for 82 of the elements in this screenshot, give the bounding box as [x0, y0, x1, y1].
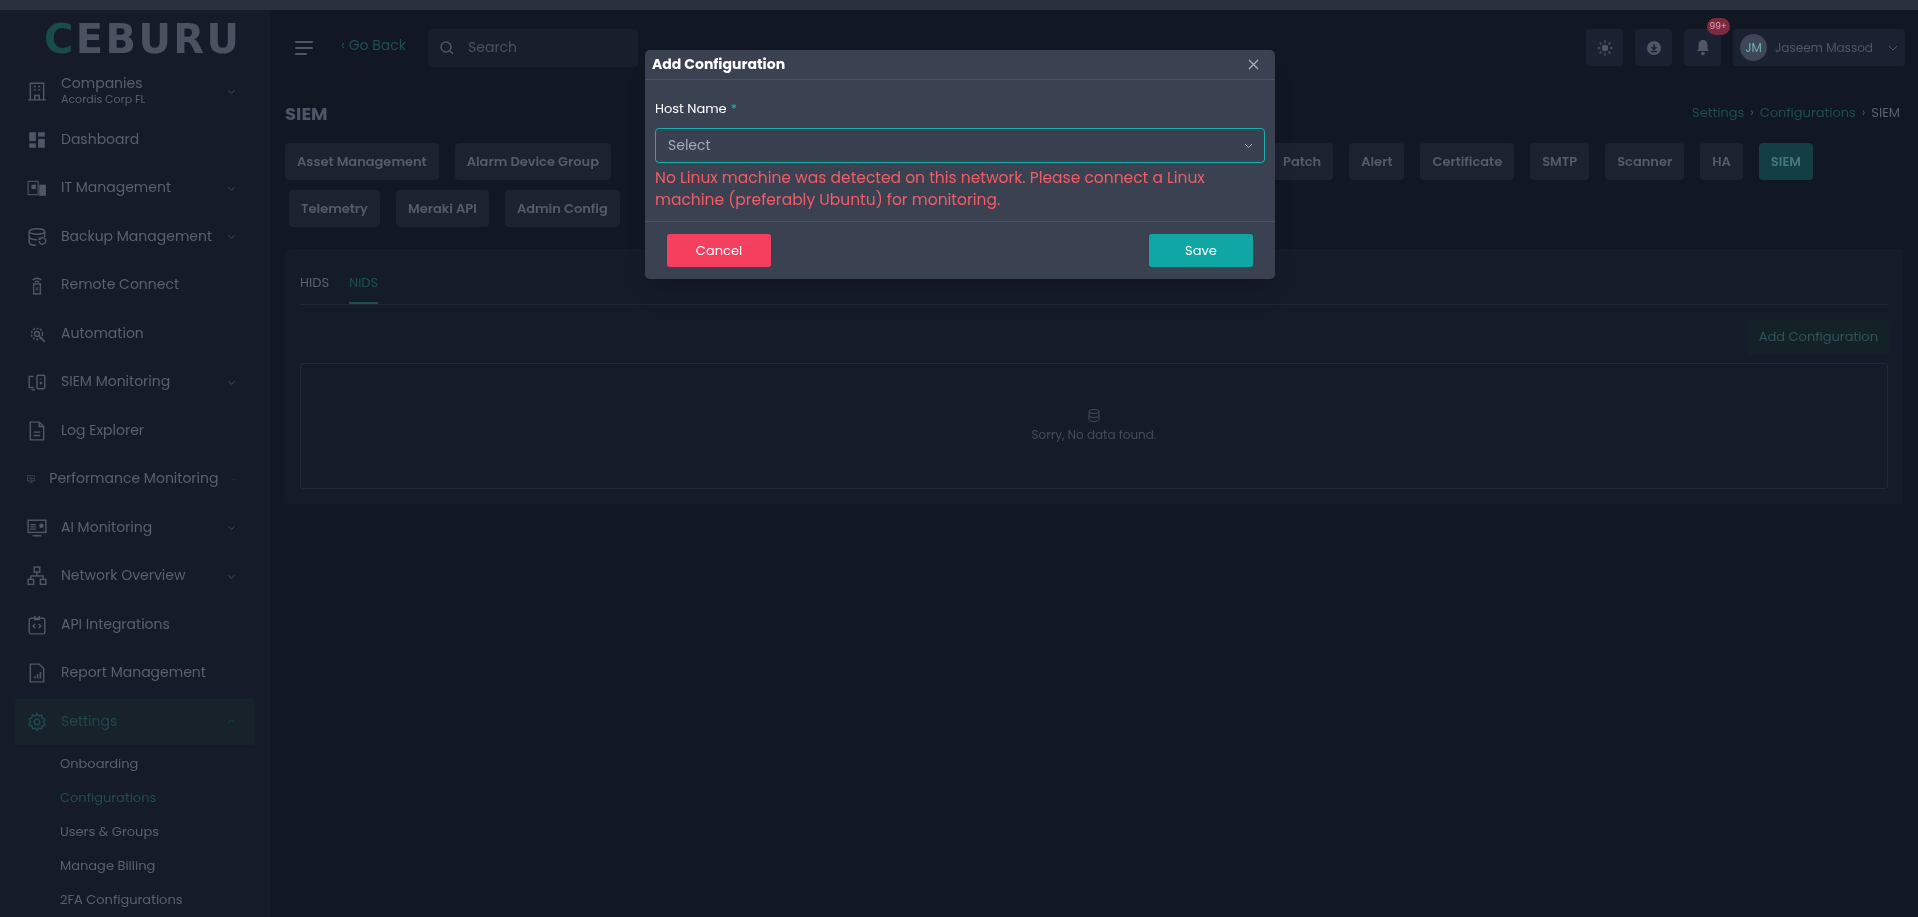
chevron-down-icon	[1888, 44, 1898, 51]
bell-icon	[1694, 39, 1711, 56]
sidebar-item-label: AI Monitoring	[61, 518, 154, 537]
sidebar-item-label: Performance Monitoring	[49, 470, 219, 488]
code-icon	[27, 614, 47, 635]
configuration-tab[interactable]: Certificate	[1420, 143, 1515, 180]
sidebar-item[interactable]: IT Management	[15, 165, 255, 211]
submenu-item[interactable]: 2FA Configurations	[60, 883, 270, 917]
sidebar-item[interactable]: Dashboard	[15, 116, 255, 163]
sidebar-item-label: Backup Management	[60, 227, 213, 246]
go-back-link[interactable]: ‹ Go Back	[341, 34, 406, 56]
sun-icon	[1596, 39, 1613, 56]
report-icon	[27, 663, 47, 683]
breadcrumb-link[interactable]: Settings	[1692, 103, 1745, 123]
sidebar-item[interactable]: Network Overview	[15, 553, 255, 599]
notification-badge: 99+	[1706, 18, 1730, 35]
sidebar-item[interactable]: Report Management	[15, 650, 255, 696]
search-icon	[440, 40, 454, 55]
configuration-tab[interactable]: SIEM	[1758, 143, 1813, 180]
host-name-select[interactable]: Select	[655, 128, 1265, 163]
configuration-tab[interactable]: Telemetry	[289, 190, 380, 227]
submenu-item[interactable]: Users & Groups	[60, 815, 270, 849]
download-icon	[1645, 39, 1662, 56]
configuration-tab[interactable]: Scanner	[1605, 143, 1685, 180]
breadcrumb-separator: ›	[1750, 104, 1754, 122]
network-icon	[27, 566, 47, 586]
sidebar-item[interactable]: Companies Acordis Corp FL	[15, 68, 255, 114]
theme-toggle-button[interactable]	[1586, 29, 1623, 66]
sidebar-item[interactable]: AI Monitoring	[15, 504, 255, 551]
sidebar-item-label: IT Management	[61, 179, 172, 197]
monitor-chart-icon	[27, 517, 47, 538]
cancel-button[interactable]: Cancel	[667, 234, 771, 267]
configuration-tab[interactable]: Asset Management	[285, 143, 439, 180]
sidebar-item-label: API Integrations	[61, 615, 171, 634]
breadcrumb-link[interactable]: Configurations	[1759, 103, 1856, 123]
notifications-button[interactable]	[1684, 29, 1721, 66]
company-name: Acordis Corp FL	[61, 92, 147, 107]
close-icon	[1247, 59, 1259, 70]
configuration-tab[interactable]: SMTP	[1530, 143, 1590, 180]
submenu-item[interactable]: Onboarding	[60, 747, 270, 781]
sidebar-item-label: SIEM Monitoring	[61, 373, 172, 391]
sidebar-item-label: Remote Connect	[61, 276, 181, 294]
settings-icon	[27, 711, 47, 732]
host-name-label: Host Name *	[655, 99, 737, 118]
sidebar-item[interactable]: Log Explorer	[15, 407, 255, 454]
user-avatar: JM	[1740, 34, 1767, 61]
menu-icon[interactable]	[295, 40, 313, 55]
building-icon	[27, 81, 47, 101]
download-button[interactable]	[1635, 29, 1672, 66]
configuration-tab[interactable]: Alert	[1349, 143, 1405, 180]
sidebar-item[interactable]: API Integrations	[15, 601, 255, 648]
sidebar-item-label: Log Explorer	[61, 421, 146, 440]
dashboard-icon	[27, 129, 47, 150]
breadcrumb-current: SIEM	[1871, 103, 1900, 123]
panel-icon	[27, 372, 47, 392]
configuration-tab[interactable]: Alarm Device Group	[454, 143, 611, 180]
sidebar-item-label: Network Overview	[61, 567, 187, 585]
devices-icon	[27, 178, 47, 198]
sidebar-item-label: Dashboard	[61, 130, 141, 149]
chevron-down-icon	[1244, 143, 1253, 149]
sidebar-item-label: Report Management	[61, 664, 207, 682]
sidebar-item[interactable]: SIEM Monitoring	[15, 359, 255, 405]
tab[interactable]: HIDS	[300, 272, 330, 304]
submenu-item[interactable]: Manage Billing	[60, 849, 270, 883]
document-icon	[27, 420, 47, 441]
configuration-tab[interactable]: Meraki API	[395, 190, 489, 227]
error-message: No Linux machine was detected on this network. Please connect a Linux machine (preferably Ubuntu) for monitoring.	[655, 167, 1206, 211]
breadcrumb-separator: ›	[1861, 104, 1866, 122]
database-icon	[1088, 408, 1100, 422]
sidebar-item-label: Companies	[61, 75, 144, 93]
configuration-tab[interactable]: Admin Config	[504, 190, 620, 227]
close-button[interactable]	[1246, 57, 1260, 72]
sidebar-item[interactable]: Remote Connect	[15, 262, 255, 308]
page-title: SIEM	[285, 99, 328, 127]
sidebar-item-label: Automation	[61, 324, 145, 343]
configuration-tab[interactable]: HA	[1700, 143, 1743, 180]
save-button[interactable]: Save	[1149, 234, 1253, 267]
sidebar-item[interactable]: Backup Management	[15, 213, 255, 260]
dialog-title: Add Configuration	[652, 54, 786, 75]
database-restore-icon	[27, 226, 47, 247]
sidebar-item[interactable]: Automation	[15, 310, 255, 357]
sidebar-item[interactable]: Performance Monitoring	[15, 456, 255, 502]
